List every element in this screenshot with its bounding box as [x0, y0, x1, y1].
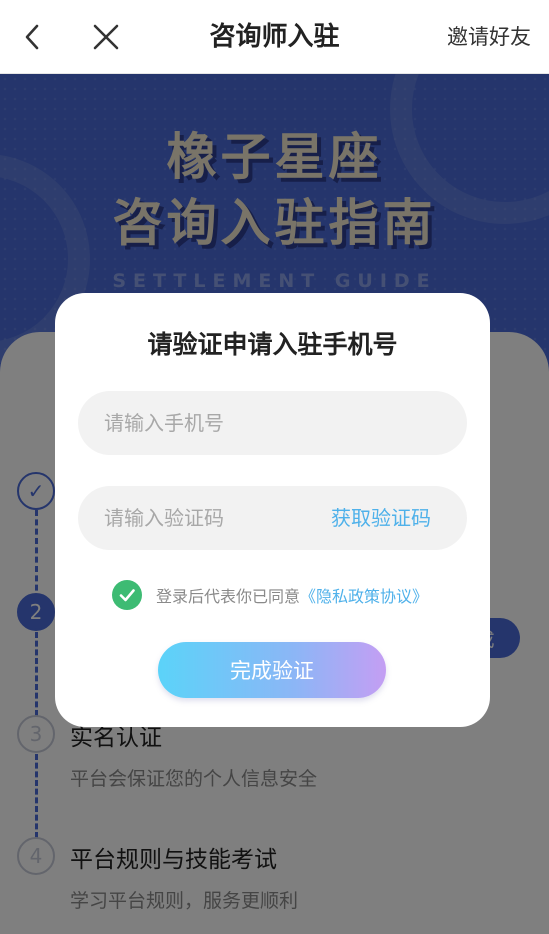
code-field: 获取验证码 — [78, 486, 467, 550]
agree-checkbox[interactable] — [112, 580, 142, 610]
dialog-title: 请验证申请入驻手机号 — [147, 330, 398, 359]
verify-phone-dialog: 请验证申请入驻手机号 获取验证码 登录后代表你已同意 《隐私政策协议》 完成验证 — [55, 293, 490, 727]
close-icon — [93, 24, 119, 50]
chevron-left-icon — [25, 24, 39, 50]
privacy-policy-link[interactable]: 《隐私政策协议》 — [300, 583, 428, 607]
verification-code-input[interactable] — [104, 486, 334, 550]
agree-text: 登录后代表你已同意 — [156, 587, 301, 606]
complete-verification-button[interactable]: 完成验证 — [158, 642, 386, 698]
back-button[interactable] — [14, 18, 50, 56]
invite-friends-link[interactable]: 邀请好友 — [447, 22, 531, 52]
phone-input[interactable] — [104, 391, 334, 455]
checkmark-icon — [119, 589, 135, 602]
privacy-agreement: 登录后代表你已同意 《隐私政策协议》 — [112, 580, 428, 610]
get-code-button[interactable]: 获取验证码 — [331, 486, 431, 550]
close-button[interactable] — [86, 18, 126, 56]
nav-bar: 咨询师入驻 邀请好友 — [0, 0, 549, 74]
phone-field — [78, 391, 467, 455]
